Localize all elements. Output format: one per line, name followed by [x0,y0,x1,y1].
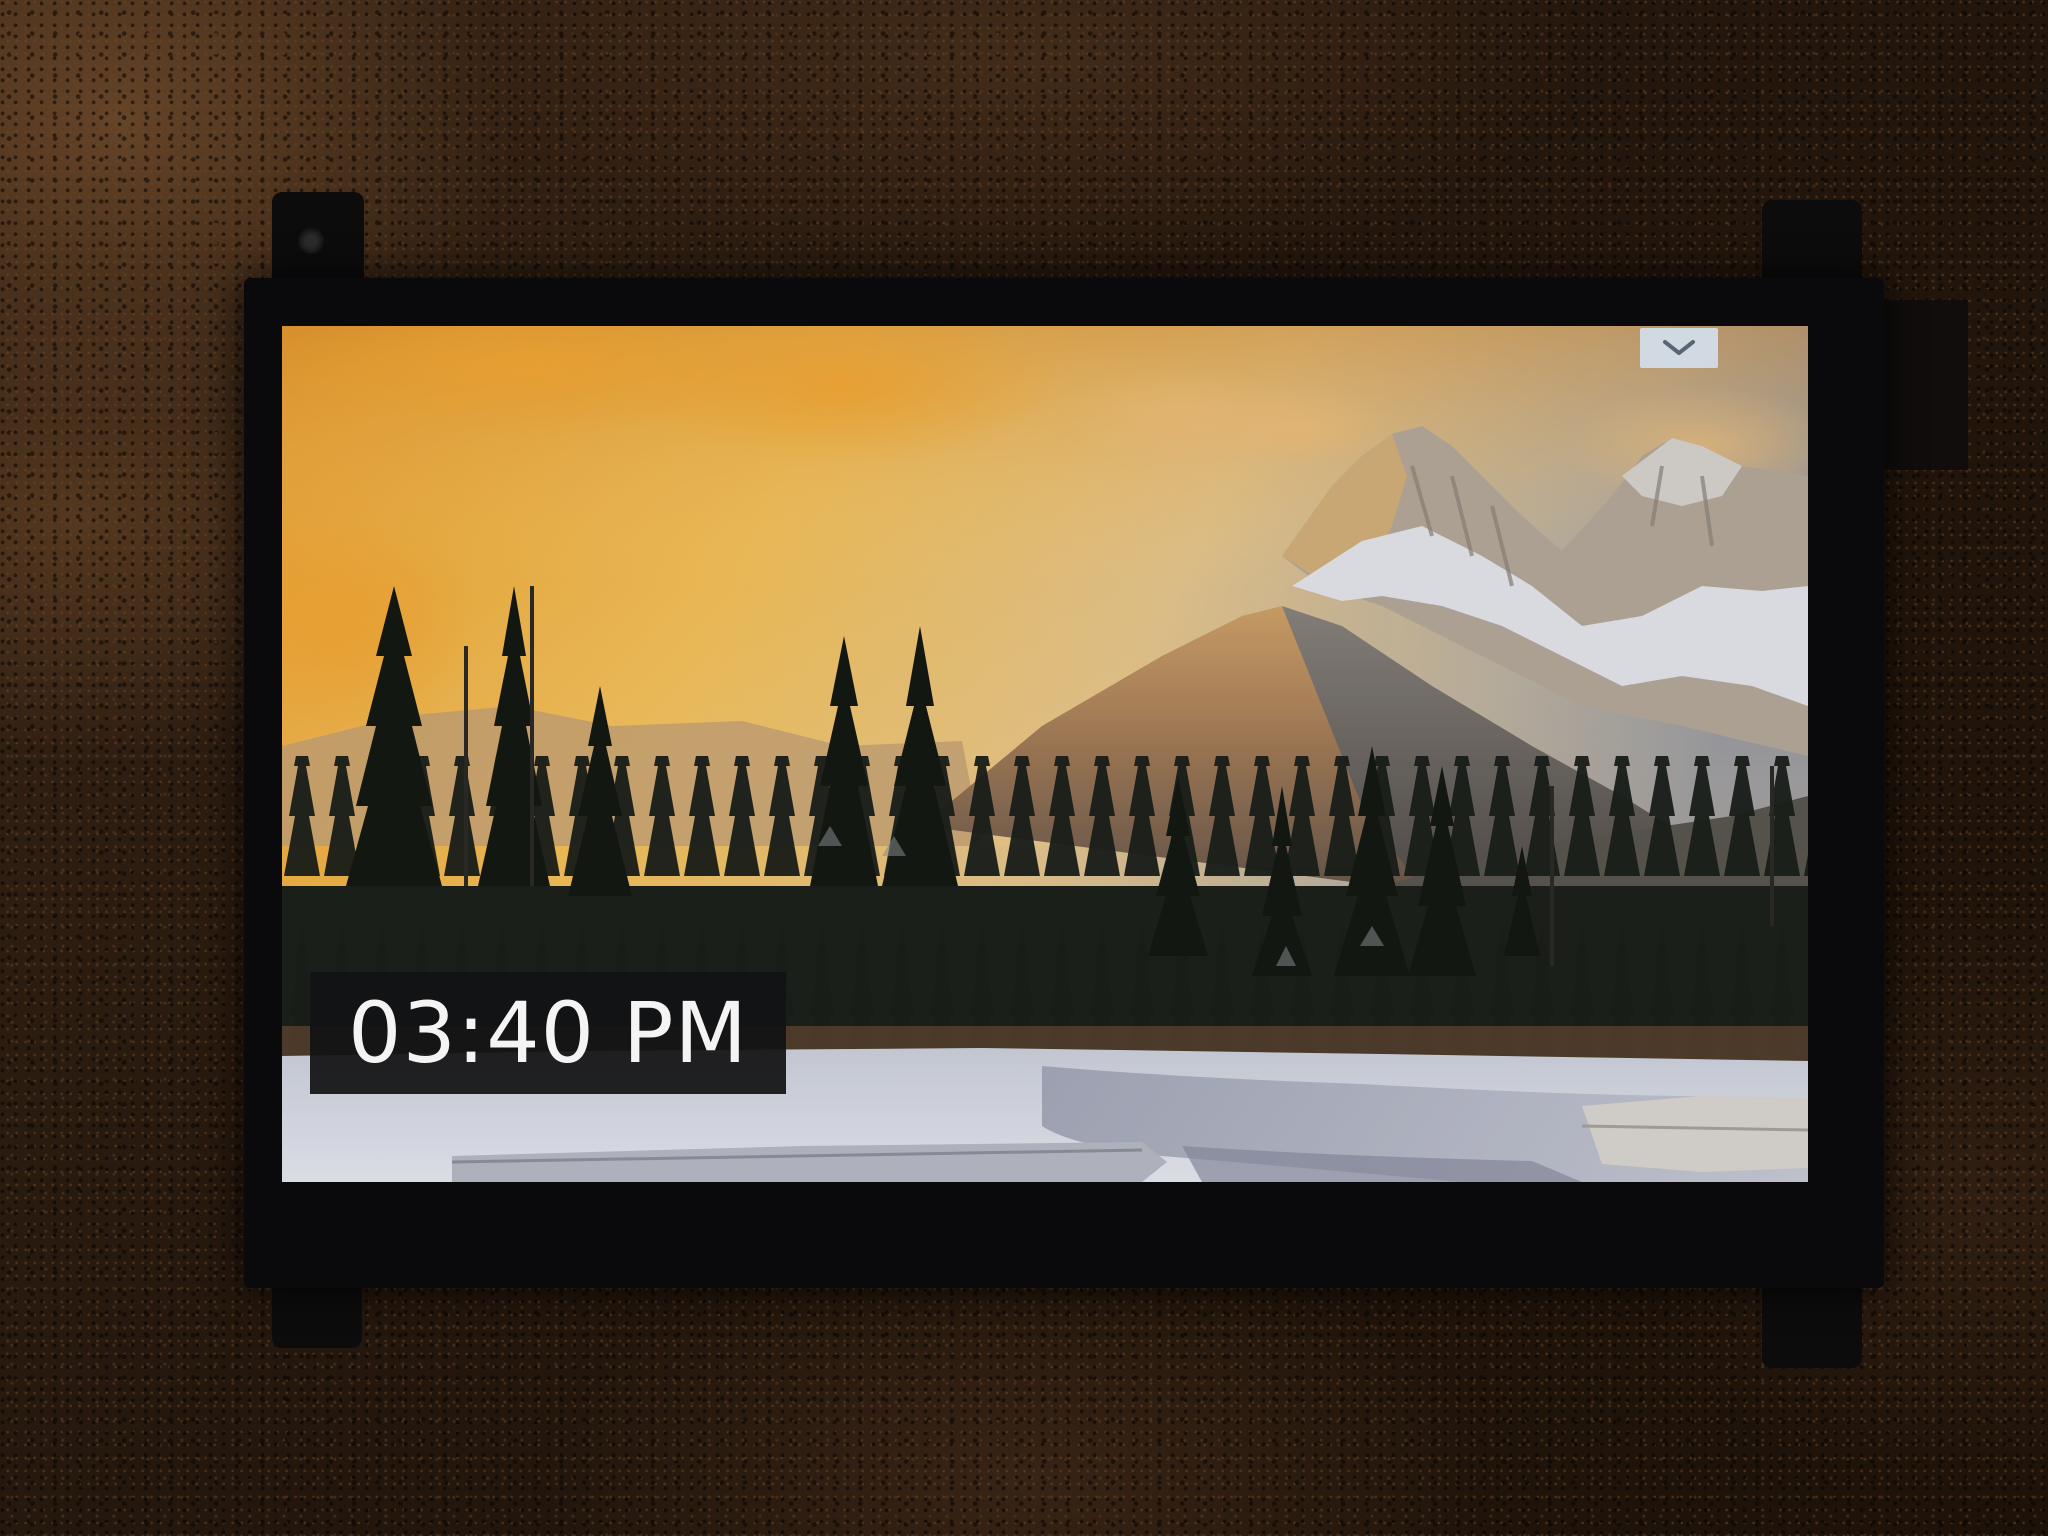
clock-overlay: 03:40 PM [310,972,786,1094]
side-bracket [1880,300,1968,470]
clock-time: 03:40 PM [348,984,748,1082]
chevron-down-icon [1663,340,1695,355]
display-screen: 03:40 PM [282,326,1808,1182]
mount-screw [298,228,324,254]
menu-toggle-button[interactable] [1640,328,1718,368]
